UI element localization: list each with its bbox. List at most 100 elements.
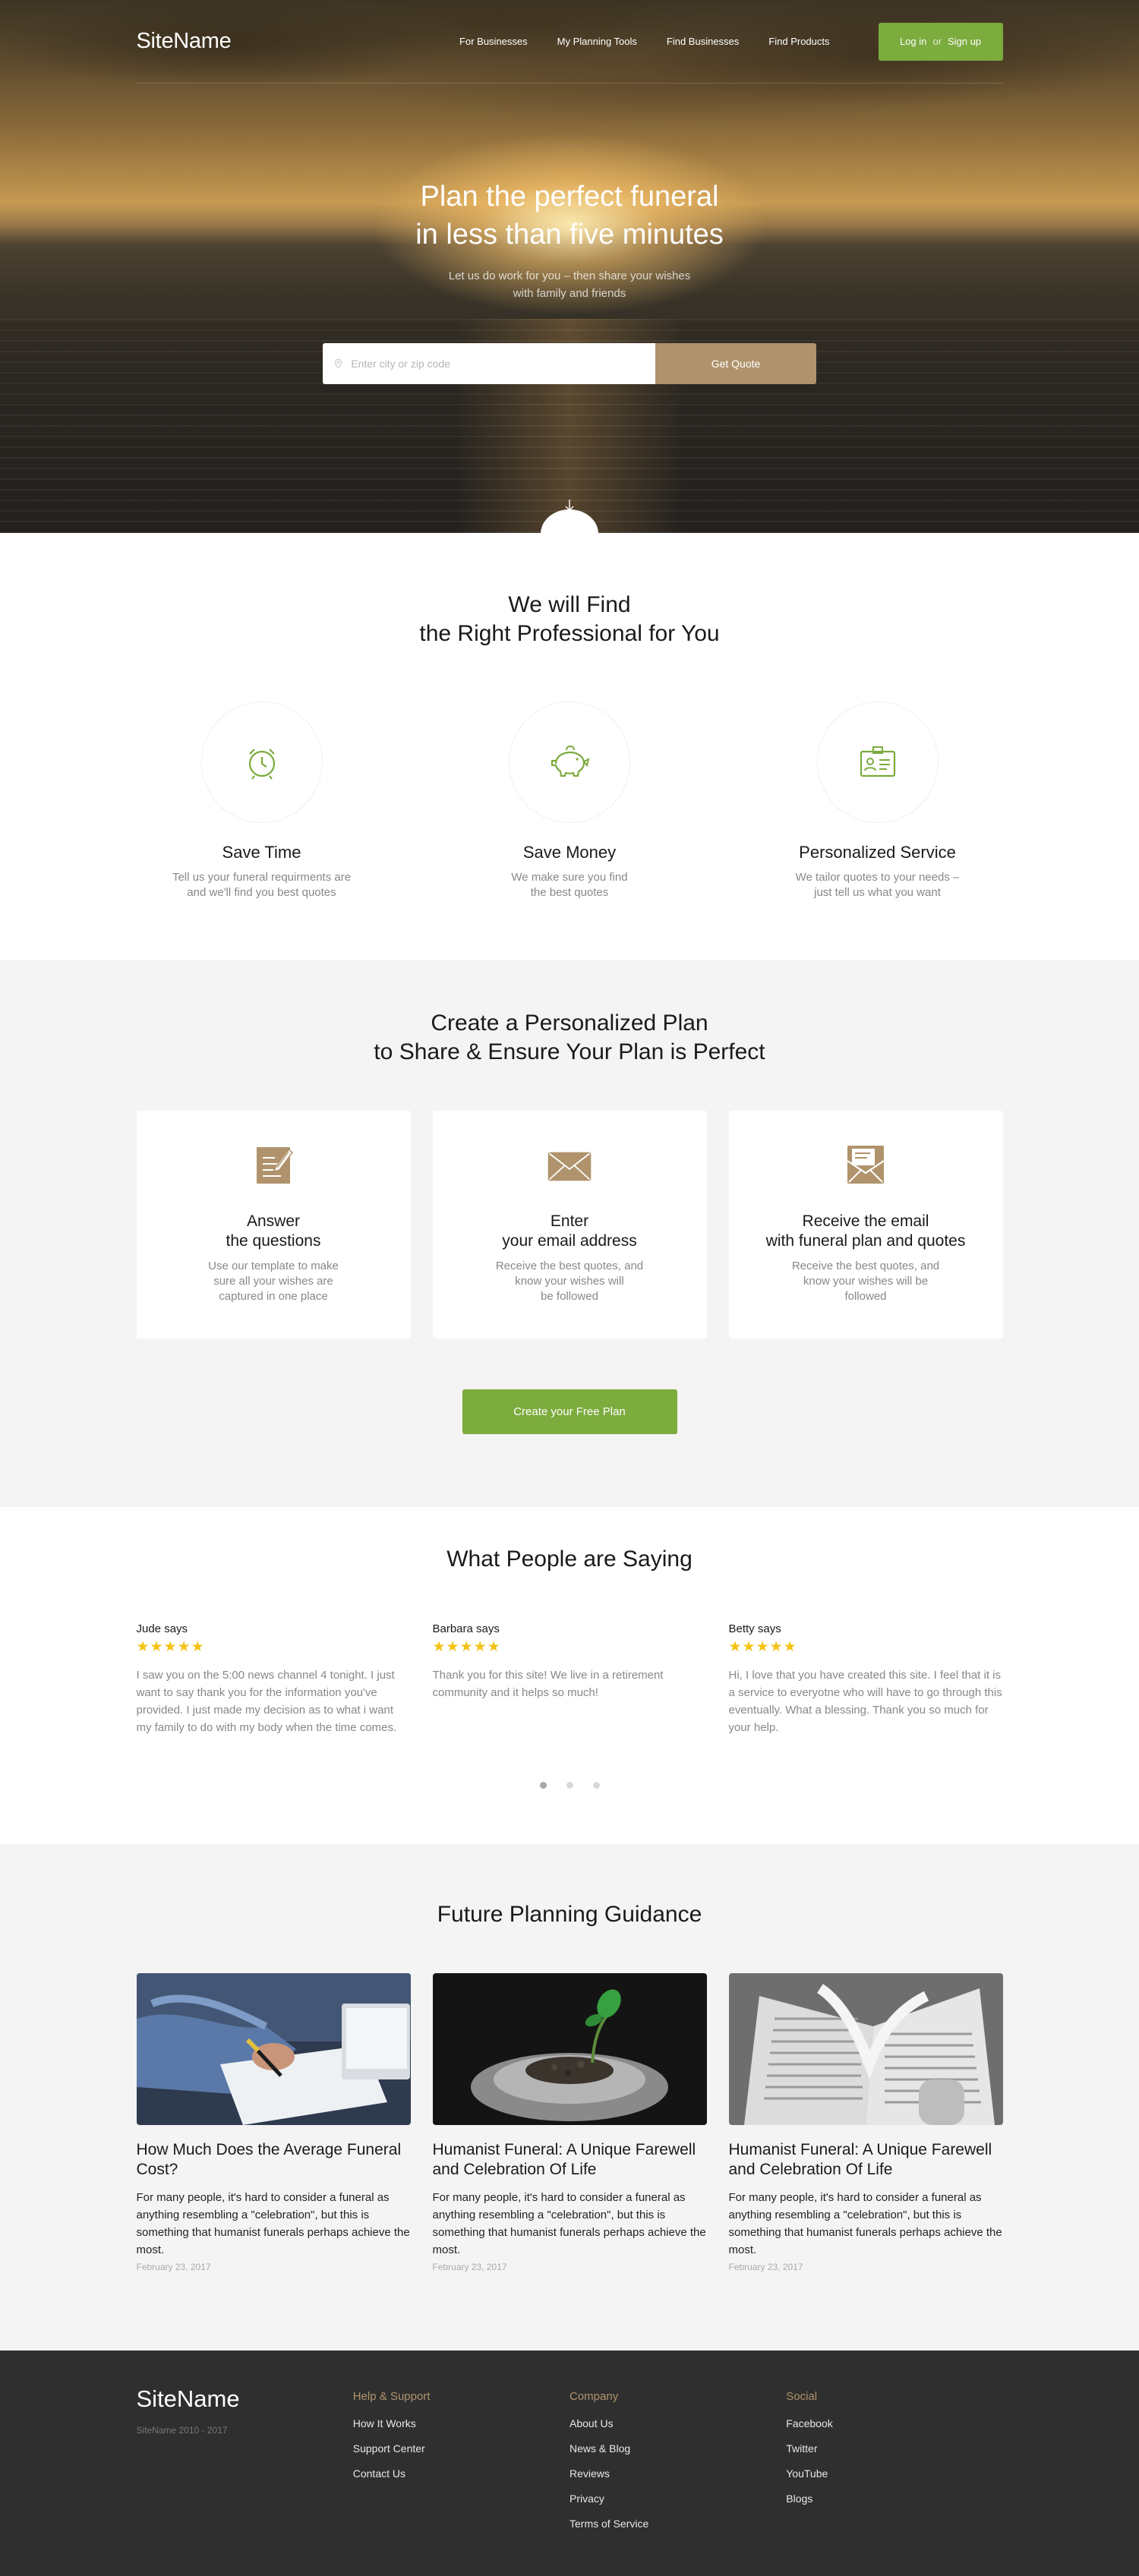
blog-post-card[interactable]: Humanist Funeral: A Unique Farewell and … [728, 1973, 1003, 2272]
step-description: Receive the best quotes, and know your w… [729, 1259, 1003, 1304]
feature-personalized-service: Personalized Service We tailor quotes to… [752, 702, 1003, 900]
signup-link[interactable]: Sign up [948, 36, 981, 47]
open-envelope-icon [847, 1146, 885, 1184]
search-field-wrap [323, 343, 655, 384]
features-row: Save Time Tell us your funeral requirmen… [137, 702, 1003, 900]
hero-title-line2: in less than five minutes [415, 219, 724, 251]
post-thumbnail-writing[interactable] [136, 1973, 411, 2125]
footer-logo[interactable]: SiteName [137, 2385, 353, 2413]
step-desc-line1: Use our template to make [208, 1260, 339, 1272]
post-title[interactable]: How Much Does the Average Funeral Cost? [137, 2140, 411, 2180]
blog-post-card[interactable]: Humanist Funeral: A Unique Farewell and … [432, 1973, 707, 2272]
footer-link-reviews[interactable]: Reviews [570, 2467, 786, 2480]
id-card-icon [860, 746, 895, 777]
plan-title-line1: Create a Personalized Plan [431, 1011, 708, 1036]
post-thumbnail-book[interactable] [728, 1973, 1003, 2125]
city-zip-input[interactable] [351, 358, 655, 370]
review-text: Thank you for this site! We live in a re… [432, 1669, 664, 1699]
get-quote-button[interactable]: Get Quote [655, 343, 816, 384]
nav-link-find-products[interactable]: Find Products [768, 36, 829, 47]
step-title: Receive the email with funeral plan and … [729, 1212, 1003, 1251]
footer-heading: Company [570, 2390, 619, 2403]
reviews-section: What People are Saying Jude says ★★★★★ I… [0, 1507, 1139, 1844]
post-thumbnail-seedling[interactable] [432, 1973, 707, 2125]
auth-button: Log in or Sign up [878, 22, 1003, 61]
find-title-line2: the Right Professional for You [419, 621, 720, 646]
hero-subtitle: Let us do work for you – then share your… [137, 267, 1003, 302]
star-rating-icon: ★★★★★ [432, 1639, 501, 1655]
step-desc-line3: captured in one place [219, 1290, 328, 1303]
footer-link-how-it-works[interactable]: How It Works [353, 2417, 570, 2429]
carousel-dot-3[interactable] [592, 1782, 600, 1789]
nav-link-find-businesses[interactable]: Find Businesses [667, 36, 739, 47]
guidance-title: Future Planning Guidance [437, 1902, 702, 1927]
alarm-clock-icon [248, 749, 275, 780]
footer-link-blogs[interactable]: Blogs [786, 2492, 1002, 2505]
post-date: February 23, 2017 [432, 2262, 507, 2272]
nav-link-my-planning-tools[interactable]: My Planning Tools [557, 36, 637, 47]
posts-row: How Much Does the Average Funeral Cost? … [136, 1973, 1003, 2272]
post-date: February 23, 2017 [728, 2262, 803, 2272]
footer-link-about-us[interactable]: About Us [570, 2417, 786, 2429]
review-card: Barbara says ★★★★★ Thank you for this si… [433, 1622, 707, 1736]
footer-link-privacy[interactable]: Privacy [570, 2492, 786, 2505]
hero-section: SiteName For Businesses My Planning Tool… [0, 0, 1139, 533]
footer-link-twitter[interactable]: Twitter [786, 2442, 1002, 2455]
create-free-plan-button[interactable]: Create your Free Plan [462, 1389, 677, 1434]
location-pin-icon [334, 358, 342, 369]
footer-link-contact-us[interactable]: Contact Us [353, 2467, 570, 2480]
step-title-line1: Answer [246, 1212, 301, 1230]
footer-link-terms[interactable]: Terms of Service [570, 2518, 786, 2530]
step-desc-line2: know your wishes will be [803, 1275, 929, 1288]
footer-link-news-blog[interactable]: News & Blog [570, 2442, 786, 2455]
step-title: Answer the questions [137, 1212, 411, 1251]
hero-subtitle-line2: with family and friends [513, 287, 626, 300]
plan-title-line2: to Share & Ensure Your Plan is Perfect [374, 1039, 765, 1064]
post-title[interactable]: Humanist Funeral: A Unique Farewell and … [433, 2140, 707, 2180]
top-nav: SiteName For Businesses My Planning Tool… [136, 0, 1003, 84]
site-logo[interactable]: SiteName [137, 29, 232, 54]
step-title-line1: Enter [550, 1212, 589, 1230]
login-link[interactable]: Log in [900, 36, 926, 47]
step-desc-line3: be followed [541, 1290, 598, 1303]
feature-title: Personalized Service [799, 843, 956, 862]
guidance-section: Future Planning Guidance How Much Does t… [0, 1844, 1139, 2351]
step-desc-line2: know your wishes will [515, 1275, 624, 1288]
step-title-line1: Receive the email [802, 1212, 929, 1230]
blog-post-card[interactable]: How Much Does the Average Funeral Cost? … [136, 1973, 411, 2272]
envelope-icon [547, 1152, 592, 1181]
reviews-carousel: Jude says ★★★★★ I saw you on the 5:00 ne… [137, 1622, 1003, 1736]
footer-col-help: Help & Support How It Works Support Cent… [353, 2385, 570, 2530]
feature-desc-line2: just tell us what you want [814, 886, 941, 899]
find-section-title: We will Find the Right Professional for … [137, 591, 1003, 648]
footer-link-support-center[interactable]: Support Center [353, 2442, 570, 2455]
feature-save-money: Save Money We make sure you find the bes… [444, 702, 695, 900]
feature-description: We make sure you find the best quotes [444, 870, 695, 900]
footer-link-facebook[interactable]: Facebook [786, 2417, 1002, 2429]
feature-title: Save Money [522, 843, 617, 862]
post-excerpt: For many people, it's hard to consider a… [432, 2191, 706, 2256]
arrow-down-icon [564, 499, 575, 516]
nav-link-for-businesses[interactable]: For Businesses [459, 36, 528, 47]
personalized-plan-section: Create a Personalized Plan to Share & En… [0, 960, 1139, 1507]
site-footer: SiteName SiteName 2010 - 2017 Help & Sup… [0, 2351, 1139, 2576]
carousel-dot-1[interactable] [539, 1782, 547, 1789]
post-excerpt: For many people, it's hard to consider a… [136, 2191, 410, 2256]
feature-desc-line1: We tailor quotes to your needs – [795, 871, 960, 884]
feature-desc-line1: Tell us your funeral requirments are [172, 871, 352, 884]
feature-description: We tailor quotes to your needs – just te… [752, 870, 1003, 900]
post-excerpt: For many people, it's hard to consider a… [728, 2191, 1002, 2256]
step-desc-line3: followed [844, 1290, 887, 1303]
carousel-dot-2[interactable] [566, 1782, 573, 1789]
footer-link-youtube[interactable]: YouTube [786, 2467, 1002, 2480]
reviews-title: What People are Saying [446, 1547, 693, 1572]
post-title[interactable]: Humanist Funeral: A Unique Farewell and … [729, 2140, 1003, 2180]
feature-icon-circle [816, 702, 939, 823]
find-professional-section: We will Find the Right Professional for … [0, 533, 1139, 960]
footer-copyright: SiteName 2010 - 2017 [136, 2425, 228, 2436]
star-rating-icon: ★★★★★ [728, 1639, 797, 1655]
feature-icon-circle [200, 702, 323, 823]
step-card-receive: Receive the email with funeral plan and … [728, 1111, 1003, 1338]
hero-title-line1: Plan the perfect funeral [420, 181, 719, 213]
step-desc-line2: sure all your wishes are [213, 1275, 333, 1288]
